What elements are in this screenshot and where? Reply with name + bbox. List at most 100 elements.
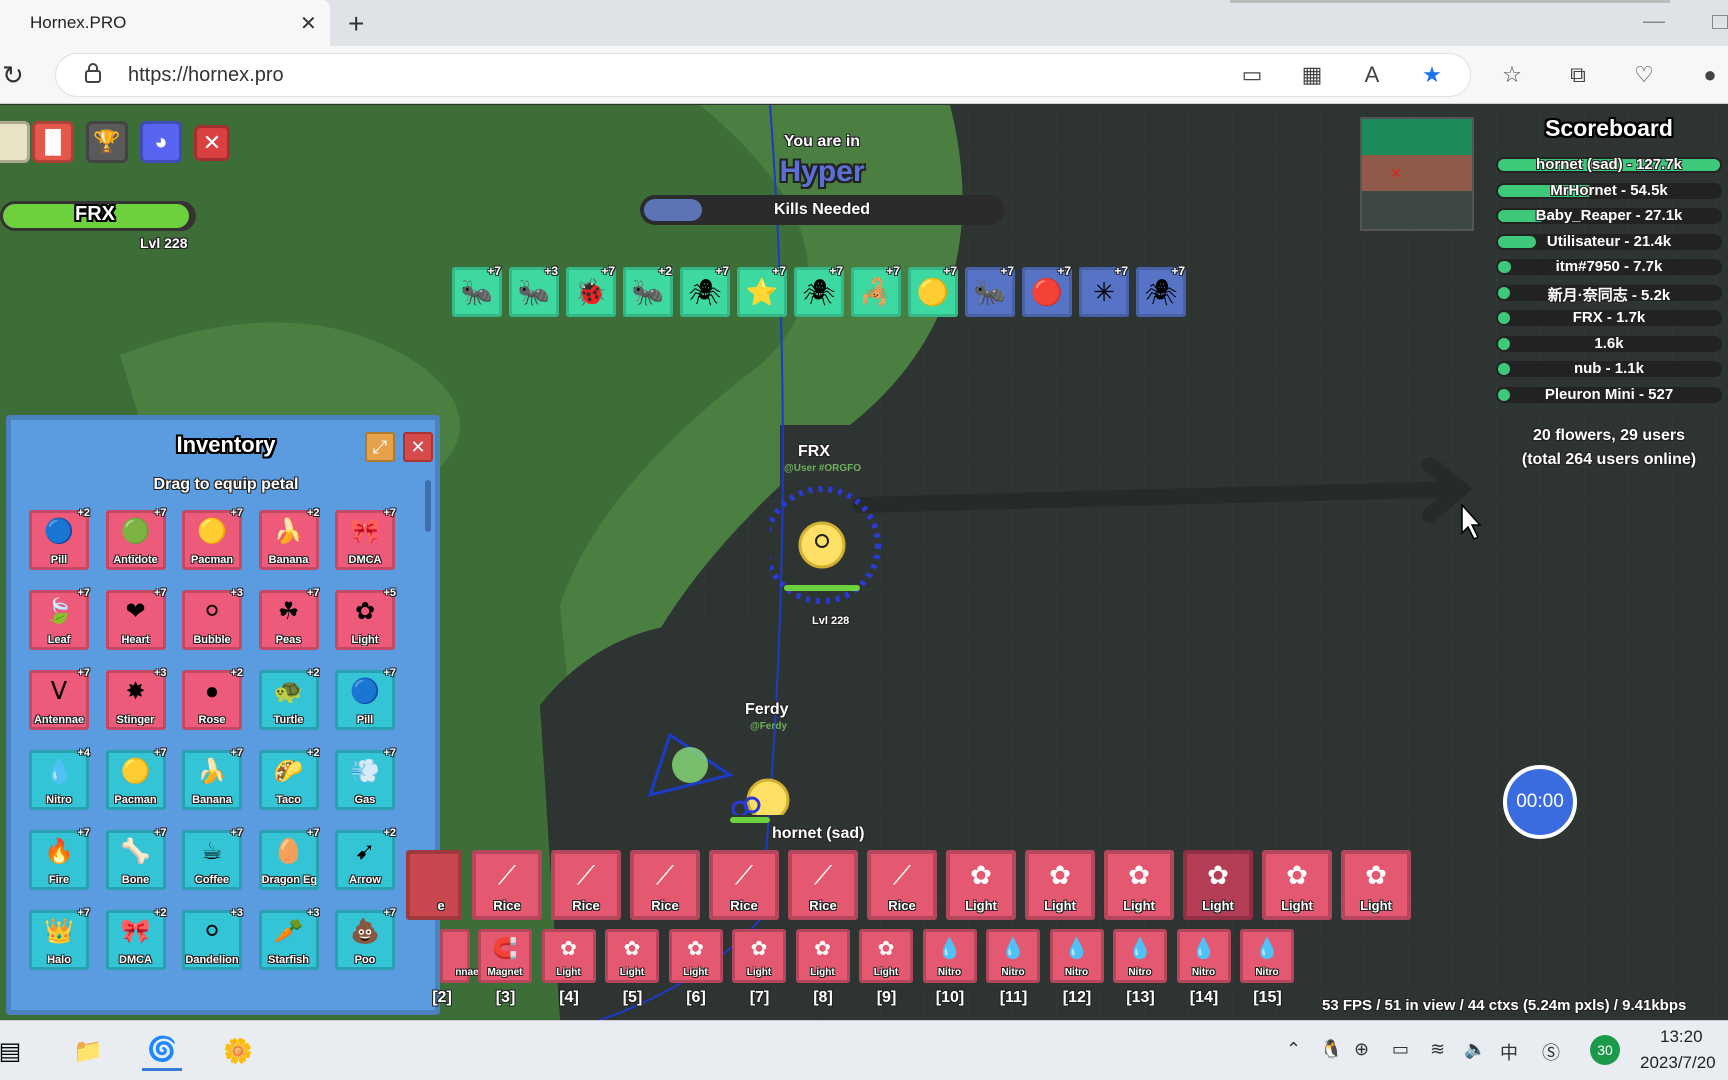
stats-button[interactable]: ▐▌ <box>32 121 74 163</box>
mob-tile[interactable]: 🐞 +7 <box>566 264 616 317</box>
inventory-petal[interactable]: ➹ Arrow +2 <box>335 827 396 890</box>
maximize-icon[interactable] <box>1712 15 1728 29</box>
reload-icon[interactable]: ↻ <box>2 60 24 91</box>
inventory-petal[interactable]: 🦴 Bone +7 <box>105 827 167 890</box>
hotbar-slot[interactable]: ✿ Light <box>1104 850 1174 920</box>
hotbar-slot[interactable]: ✿ Light <box>1341 850 1411 920</box>
hotbar-secondary-slot[interactable]: ✿ Light <box>605 929 659 983</box>
mob-tile[interactable]: 🐜 +7 <box>965 264 1015 317</box>
hotbar-slot[interactable]: ⟋ Rice <box>867 850 937 920</box>
clock-date[interactable]: 2023/7/20 <box>1640 1053 1716 1073</box>
tray-s-icon[interactable]: Ⓢ <box>1542 1039 1560 1065</box>
volume-icon[interactable]: 🔈 <box>1464 1039 1486 1060</box>
hotbar-secondary-slot[interactable]: 💧 Nitro <box>1113 929 1167 983</box>
inventory-petal[interactable]: 🐢 Turtle +2 <box>258 667 320 730</box>
inventory-petal[interactable]: 🔵 Pill +7 <box>335 667 396 730</box>
inventory-scrollbar[interactable] <box>425 480 431 532</box>
mob-tile[interactable]: 🐜 +2 <box>623 264 673 317</box>
mob-tile[interactable]: 🐜 +7 <box>452 264 502 317</box>
profile-avatar-icon[interactable]: ● <box>1696 62 1724 88</box>
inventory-petal[interactable]: ● Rose +2 <box>182 667 243 730</box>
inventory-petal[interactable]: ☘ Peas +7 <box>258 587 320 650</box>
hotbar-secondary-slot[interactable]: ✿ Light <box>668 929 723 983</box>
inventory-petal[interactable]: 💨 Gas +7 <box>335 747 396 810</box>
mob-tile[interactable]: 🐜 +3 <box>509 264 559 317</box>
clock-time[interactable]: 13:20 <box>1660 1027 1703 1047</box>
app-available-icon[interactable]: ▭ <box>1238 62 1266 88</box>
hotbar-slot[interactable]: ✿ Light <box>946 850 1016 920</box>
tray-badge[interactable]: 30 <box>1590 1035 1620 1065</box>
minimize-icon[interactable]: — <box>1643 8 1665 34</box>
favorite-star-icon[interactable]: ★ <box>1418 62 1446 88</box>
favorites-icon[interactable]: ☆ <box>1498 62 1526 88</box>
url-text[interactable]: https://hornex.pro <box>128 64 284 87</box>
hotbar-slot-partial[interactable]: e <box>406 850 462 920</box>
inventory-close-button[interactable]: ✕ <box>403 432 433 462</box>
hotbar-secondary-slot[interactable]: 💧 Nitro <box>986 929 1040 983</box>
mob-tile[interactable]: 🕷 +7 <box>1136 264 1186 317</box>
timer-button[interactable]: 00:00 <box>1503 765 1577 839</box>
inventory-petal[interactable]: 🥕 Starfish +3 <box>258 907 320 970</box>
hotbar-slot[interactable]: ⟋ Rice <box>630 850 700 920</box>
read-aloud-icon[interactable]: A <box>1358 62 1386 88</box>
mob-tile[interactable]: 🦂 +7 <box>851 264 901 317</box>
inventory-expand-button[interactable]: ⤢ <box>365 432 395 462</box>
inventory-petal[interactable]: 🌮 Taco +2 <box>258 747 320 810</box>
ime-indicator[interactable]: 中 <box>1500 1039 1518 1065</box>
daisy-app-icon[interactable]: 🌼 <box>218 1031 258 1071</box>
hud-partial-button[interactable] <box>0 121 30 163</box>
apps-grid-icon[interactable]: ▦ <box>1298 62 1326 88</box>
hotbar-secondary-slot[interactable]: 💧 Nitro <box>1176 929 1231 983</box>
hotbar-slot[interactable]: ⟋ Rice <box>709 850 779 920</box>
lock-icon[interactable] <box>84 62 102 84</box>
hotbar-slot[interactable]: ⟋ Rice <box>551 850 621 920</box>
inventory-petal[interactable]: 🟢 Antidote +7 <box>105 507 167 570</box>
game-canvas[interactable]: ▐▌ 🏆 ◕ ✕ FRX Lvl 228 You are in Hyper Ki… <box>0 105 1728 1020</box>
inventory-petal[interactable]: ❤ Heart +7 <box>105 587 167 650</box>
inventory-petal[interactable]: ✿ Light +5 <box>335 587 396 650</box>
hotbar-secondary-slot[interactable]: 💧 Nitro <box>922 929 977 983</box>
browser-essentials-icon[interactable]: ♡ <box>1630 62 1658 88</box>
inventory-petal[interactable]: 🍃 Leaf +7 <box>29 587 90 650</box>
minimap[interactable]: ✕ <box>1360 117 1474 231</box>
mob-tile[interactable]: 🔴 +7 <box>1022 264 1072 317</box>
mob-tile[interactable]: 🕷 +7 <box>794 264 844 317</box>
hotbar-secondary-slot[interactable]: ✿ Light <box>859 929 913 983</box>
inventory-petal[interactable]: 💩 Poo +7 <box>335 907 396 970</box>
wifi-icon[interactable]: ≋ <box>1430 1039 1445 1060</box>
inventory-petal[interactable]: 🔥 Fire +7 <box>29 827 90 890</box>
mob-tile[interactable]: 🕷 +7 <box>680 264 730 317</box>
hotbar-secondary-partial[interactable]: nnae <box>440 929 479 983</box>
inventory-petal[interactable]: 👑 Halo +7 <box>29 907 90 970</box>
hotbar-secondary-slot[interactable]: ✿ Light <box>795 929 850 983</box>
browser-tab[interactable]: Hornex.PRO ✕ <box>0 0 330 46</box>
inventory-petal[interactable]: 🟡 Pacman +7 <box>105 747 167 810</box>
file-explorer-icon[interactable]: 📁 <box>68 1031 108 1071</box>
hotbar-secondary-slot[interactable]: 💧 Nitro <box>1049 929 1104 983</box>
inventory-petal[interactable]: 🟡 Pacman +7 <box>182 507 243 570</box>
hotbar-slot[interactable]: ✿ Light <box>1262 850 1332 920</box>
inventory-petal[interactable]: ⚪ Dandelion +3 <box>182 907 243 970</box>
task-view-icon[interactable]: ▤ <box>0 1031 30 1071</box>
battery-icon[interactable]: ▭ <box>1392 1039 1409 1060</box>
mob-tile[interactable]: ⭐ +7 <box>737 264 787 317</box>
edge-browser-icon[interactable]: 🌀 <box>142 1031 182 1071</box>
tray-qq-icon[interactable]: 🐧 <box>1320 1039 1342 1060</box>
tab-close-icon[interactable]: ✕ <box>300 11 317 36</box>
tray-plus-icon[interactable]: ⊕ <box>1354 1039 1369 1060</box>
hotbar-slot[interactable]: ⟋ Rice <box>472 850 542 920</box>
tray-overflow-icon[interactable]: ⌃ <box>1286 1039 1301 1060</box>
close-hud-button[interactable]: ✕ <box>194 125 230 161</box>
new-tab-icon[interactable]: + <box>348 8 364 40</box>
inventory-petal[interactable]: ✸ Stinger +3 <box>105 667 167 730</box>
discord-button[interactable]: ◕ <box>140 121 182 163</box>
inventory-petal[interactable]: ᐯ Antennae +7 <box>29 667 90 730</box>
mob-tile[interactable]: ✳ +7 <box>1079 264 1129 317</box>
inventory-petal[interactable]: 💧 Nitro +4 <box>29 747 90 810</box>
hotbar-secondary-slot[interactable]: ✿ Light <box>541 929 596 983</box>
hotbar-slot[interactable]: ✿ Light <box>1183 850 1253 920</box>
inventory-petal[interactable]: 🍌 Banana +7 <box>182 747 243 810</box>
collections-icon[interactable]: ⧉ <box>1564 62 1592 88</box>
mob-tile[interactable]: 🟡 +7 <box>908 264 958 317</box>
hotbar-slot[interactable]: ✿ Light <box>1025 850 1095 920</box>
